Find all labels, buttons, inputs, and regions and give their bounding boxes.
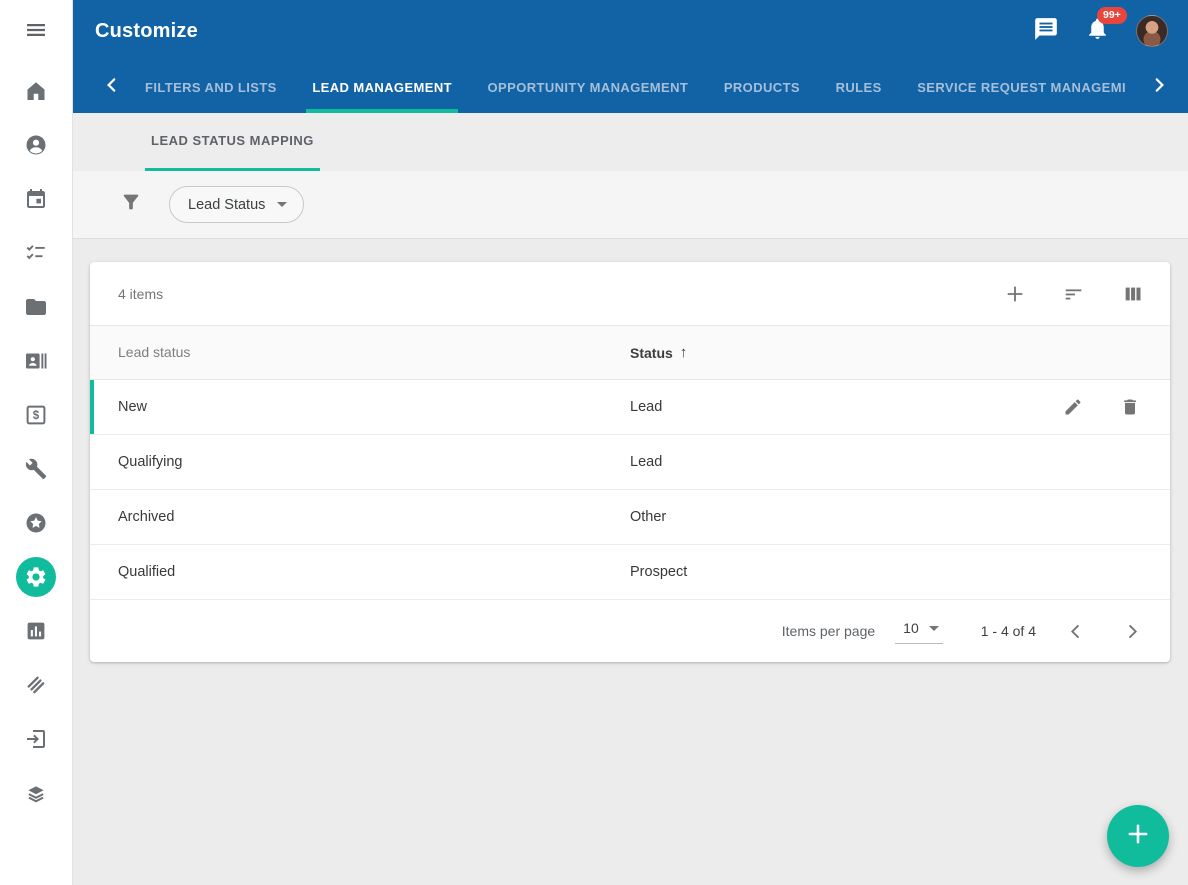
sidebar-item-home[interactable] <box>0 64 72 118</box>
gear-icon <box>16 557 56 597</box>
sidebar-item-contacts[interactable] <box>0 334 72 388</box>
cell-lead-status: New <box>90 399 630 415</box>
sidebar-item-folder[interactable] <box>0 280 72 334</box>
checklist-icon <box>24 241 48 265</box>
add-item-button[interactable] <box>1004 283 1026 305</box>
chip-label: Lead Status <box>188 197 265 213</box>
sidebar-item-billing[interactable]: $ <box>0 388 72 442</box>
tab-opportunity-management[interactable]: OPPORTUNITY MANAGEMENT <box>482 62 695 113</box>
table-header: Lead status Status ↑ <box>90 326 1170 380</box>
filter-funnel-icon <box>120 191 142 218</box>
hamburger-icon <box>24 18 48 47</box>
tab-service-request-management[interactable]: SERVICE REQUEST MANAGEMI <box>911 62 1132 113</box>
lead-status-mapping-card: 4 items Lead status <box>90 262 1170 662</box>
sidebar: $ <box>0 0 73 885</box>
tab-filters-and-lists[interactable]: FILTERS AND LISTS <box>139 62 283 113</box>
sidebar-item-account[interactable] <box>0 118 72 172</box>
sort-button[interactable] <box>1063 283 1085 305</box>
chevron-left-icon <box>103 76 121 99</box>
cell-lead-status: Qualifying <box>90 454 630 470</box>
table-row[interactable]: Qualified Prospect <box>90 545 1170 600</box>
tab-lead-management[interactable]: LEAD MANAGEMENT <box>306 62 458 113</box>
contact-card-icon <box>24 349 48 373</box>
handshake-icon <box>24 673 48 697</box>
layers-icon <box>24 781 48 805</box>
app-root: $ <box>0 0 1188 885</box>
plus-icon <box>1124 820 1152 853</box>
sub-tab-bar: LEAD STATUS MAPPING <box>73 113 1188 171</box>
account-circle-icon <box>24 133 48 157</box>
cell-status: Lead <box>630 399 1063 415</box>
lead-status-filter-chip[interactable]: Lead Status <box>169 186 304 223</box>
main-area: Customize 99+ <box>73 0 1188 885</box>
wrench-icon <box>24 457 48 481</box>
home-icon <box>24 79 48 103</box>
tab-bar: FILTERS AND LISTS LEAD MANAGEMENT OPPORT… <box>73 62 1188 113</box>
pagination: Items per page 10 1 - 4 of 4 <box>90 600 1170 662</box>
sidebar-item-deals[interactable] <box>0 658 72 712</box>
page-size-select[interactable]: 10 <box>895 618 943 644</box>
filter-bar: Lead Status <box>73 171 1188 239</box>
tab-list: FILTERS AND LISTS LEAD MANAGEMENT OPPORT… <box>127 62 1144 113</box>
previous-page-button[interactable] <box>1062 618 1089 645</box>
exit-to-app-icon <box>24 727 48 751</box>
dollar-document-icon: $ <box>24 403 48 427</box>
notifications-button[interactable]: 99+ <box>1085 16 1110 46</box>
add-fab-button[interactable] <box>1107 805 1169 867</box>
next-page-button[interactable] <box>1119 618 1146 645</box>
sidebar-item-tasks[interactable] <box>0 226 72 280</box>
page-range: 1 - 4 of 4 <box>981 623 1036 639</box>
cell-lead-status: Archived <box>90 509 630 525</box>
sort-ascending-icon: ↑ <box>680 344 688 361</box>
cell-status: Lead <box>630 454 1170 470</box>
tab-products[interactable]: PRODUCTS <box>718 62 806 113</box>
page-title: Customize <box>95 20 198 43</box>
sidebar-item-tools[interactable] <box>0 442 72 496</box>
chevron-down-icon <box>929 626 939 631</box>
menu-button[interactable] <box>0 0 72 64</box>
card-header: 4 items <box>90 262 1170 326</box>
star-circle-icon <box>24 511 48 535</box>
sidebar-item-settings-active[interactable] <box>0 550 72 604</box>
card-toolbar <box>1004 283 1144 305</box>
column-header-status[interactable]: Status ↑ <box>630 344 687 361</box>
row-actions <box>1063 397 1170 417</box>
app-bar: Customize 99+ <box>73 0 1188 62</box>
sidebar-item-layers[interactable] <box>0 766 72 820</box>
table-row[interactable]: Archived Other <box>90 490 1170 545</box>
svg-text:$: $ <box>33 410 40 422</box>
content-area: 4 items Lead status <box>73 239 1188 885</box>
chat-button[interactable] <box>1033 16 1059 47</box>
tabs-scroll-left-button[interactable] <box>97 62 127 113</box>
items-count: 4 items <box>118 286 163 302</box>
cell-status: Other <box>630 509 1170 525</box>
cell-status: Prospect <box>630 564 1170 580</box>
calendar-icon <box>24 187 48 211</box>
columns-button[interactable] <box>1122 283 1144 305</box>
edit-button[interactable] <box>1063 397 1083 417</box>
table-row[interactable]: Qualifying Lead <box>90 435 1170 490</box>
column-header-lead-status[interactable]: Lead status <box>118 344 190 360</box>
sidebar-item-calendar[interactable] <box>0 172 72 226</box>
subtab-lead-status-mapping[interactable]: LEAD STATUS MAPPING <box>145 113 320 171</box>
tab-rules[interactable]: RULES <box>830 62 888 113</box>
cell-lead-status: Qualified <box>90 564 630 580</box>
pager-nav <box>1062 618 1146 645</box>
delete-button[interactable] <box>1120 397 1140 417</box>
sidebar-item-exit[interactable] <box>0 712 72 766</box>
chat-icon <box>1033 16 1059 47</box>
sidebar-item-reports[interactable] <box>0 604 72 658</box>
items-per-page-label: Items per page <box>782 623 875 639</box>
folder-icon <box>24 295 48 319</box>
tabs-scroll-right-button[interactable] <box>1144 62 1174 113</box>
appbar-actions: 99+ <box>1033 15 1168 47</box>
avatar[interactable] <box>1136 15 1168 47</box>
bar-chart-icon <box>24 619 48 643</box>
table-row[interactable]: New Lead <box>90 380 1170 435</box>
sidebar-item-featured[interactable] <box>0 496 72 550</box>
chevron-down-icon <box>277 202 287 207</box>
chevron-right-icon <box>1150 76 1168 99</box>
notification-badge: 99+ <box>1097 7 1127 24</box>
